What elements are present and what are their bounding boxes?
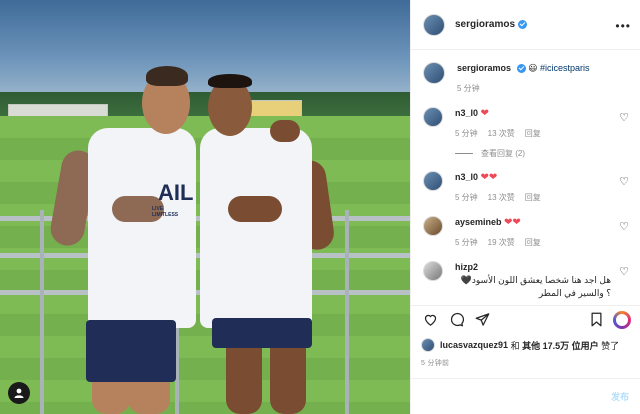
avatar[interactable] [421, 338, 435, 352]
like-comment-heart-icon[interactable]: ♡ [619, 175, 629, 188]
person-icon [14, 388, 24, 398]
liker-username[interactable]: lucasvazquez91 [440, 340, 508, 350]
promo-badge-icon[interactable] [613, 310, 631, 329]
comment-text: ❤❤ [504, 217, 521, 228]
railing-post [40, 210, 44, 414]
comment-icon [450, 312, 464, 327]
comment-username[interactable]: aysemineb [455, 217, 502, 227]
caption-hashtag[interactable]: #icicestparis [540, 63, 590, 73]
list-item: n3_l0 ❤❤ 5 分钟 13 次赞 回复 ♡ [423, 171, 629, 204]
post-comment-button[interactable]: 发布 [611, 390, 629, 403]
save-button[interactable] [587, 311, 605, 329]
list-item: hizp2 هل اجد هنا شخصا يعشق اللون الأسود🖤… [423, 261, 629, 300]
add-comment-bar: 发布 [411, 378, 640, 414]
avatar[interactable] [423, 62, 445, 84]
reply-button[interactable]: 回复 [525, 191, 541, 204]
comment-time: 5 分钟 [455, 193, 478, 202]
post-timestamp: 5 分钟前 [421, 360, 450, 367]
caption-username[interactable]: sergioramos [457, 63, 511, 73]
comment-likes[interactable]: 19 次赞 [488, 236, 515, 249]
shirt-sublogo: LIVE LIMITLESS [152, 206, 179, 218]
post-photo[interactable]: AIL LIVE LIMITLESS [0, 0, 410, 414]
comment-button[interactable] [447, 311, 465, 329]
comment-username[interactable]: n3_l0 [455, 172, 478, 182]
like-comment-heart-icon[interactable]: ♡ [619, 220, 629, 233]
like-button[interactable] [421, 311, 439, 329]
avatar[interactable] [423, 171, 443, 191]
likes-suffix: 赞了 [601, 340, 620, 351]
author-username[interactable]: sergioramos [455, 19, 528, 30]
bookmark-icon [591, 312, 601, 327]
caption-emoji: 😃 [528, 63, 538, 73]
more-options-icon[interactable]: ••• [615, 19, 631, 33]
avatar[interactable] [423, 261, 443, 281]
comment-time: 5 分钟 [455, 238, 478, 247]
comment-username[interactable]: n3_l0 [455, 108, 478, 118]
caption: sergioramos 😃 #icicestparis 5 分钟 [423, 62, 629, 95]
comments-list[interactable]: sergioramos 😃 #icicestparis 5 分钟 n3_l0 ❤… [411, 50, 640, 300]
verified-badge-icon [518, 19, 528, 29]
comment-text: ❤❤ [480, 172, 498, 183]
reply-button[interactable]: 回复 [525, 236, 541, 249]
tagged-users-button[interactable] [8, 382, 30, 404]
avatar[interactable] [423, 13, 445, 36]
comment-input[interactable] [423, 391, 611, 402]
list-item: n3_l0 ❤ 5 分钟 13 次赞 回复 ♡ [423, 107, 629, 140]
comment-text: هل اجد هنا شخصا يعشق اللون الأسود🖤 ؟ وال… [460, 275, 611, 298]
post-actions [411, 305, 640, 333]
likes-and: 和 [510, 340, 520, 351]
avatar[interactable] [423, 216, 443, 236]
like-comment-heart-icon[interactable]: ♡ [619, 265, 629, 278]
like-comment-heart-icon[interactable]: ♡ [619, 111, 629, 124]
likes-others[interactable]: 其他 17.5万 位用户 [522, 339, 599, 352]
caption-time: 5 分钟 [457, 84, 480, 93]
comment-text: ❤ [480, 108, 489, 119]
post-sidebar: sergioramos ••• sergioramos 😃 #icicestpa… [410, 0, 640, 414]
railing-post [345, 210, 349, 414]
avatar[interactable] [423, 107, 443, 127]
post-header: sergioramos ••• [411, 0, 640, 50]
comment-time: 5 分钟 [455, 129, 478, 138]
list-item: aysemineb ❤❤ 5 分钟 19 次赞 回复 ♡ [423, 216, 629, 249]
heart-icon [424, 314, 436, 326]
divider [455, 153, 473, 154]
shirt-logo: AIL [158, 180, 194, 205]
reply-button[interactable]: 回复 [525, 127, 541, 140]
view-replies-button[interactable]: 查看回复 (2) [455, 148, 629, 159]
comment-likes[interactable]: 13 次赞 [488, 127, 515, 140]
send-icon [475, 313, 489, 326]
comment-likes[interactable]: 13 次赞 [488, 191, 515, 204]
comment-username[interactable]: hizp2 [455, 262, 478, 272]
likes-summary: lucasvazquez91 和 其他 17.5万 位用户 赞了 [421, 338, 636, 352]
verified-badge-icon [516, 64, 526, 74]
share-button[interactable] [473, 311, 491, 329]
